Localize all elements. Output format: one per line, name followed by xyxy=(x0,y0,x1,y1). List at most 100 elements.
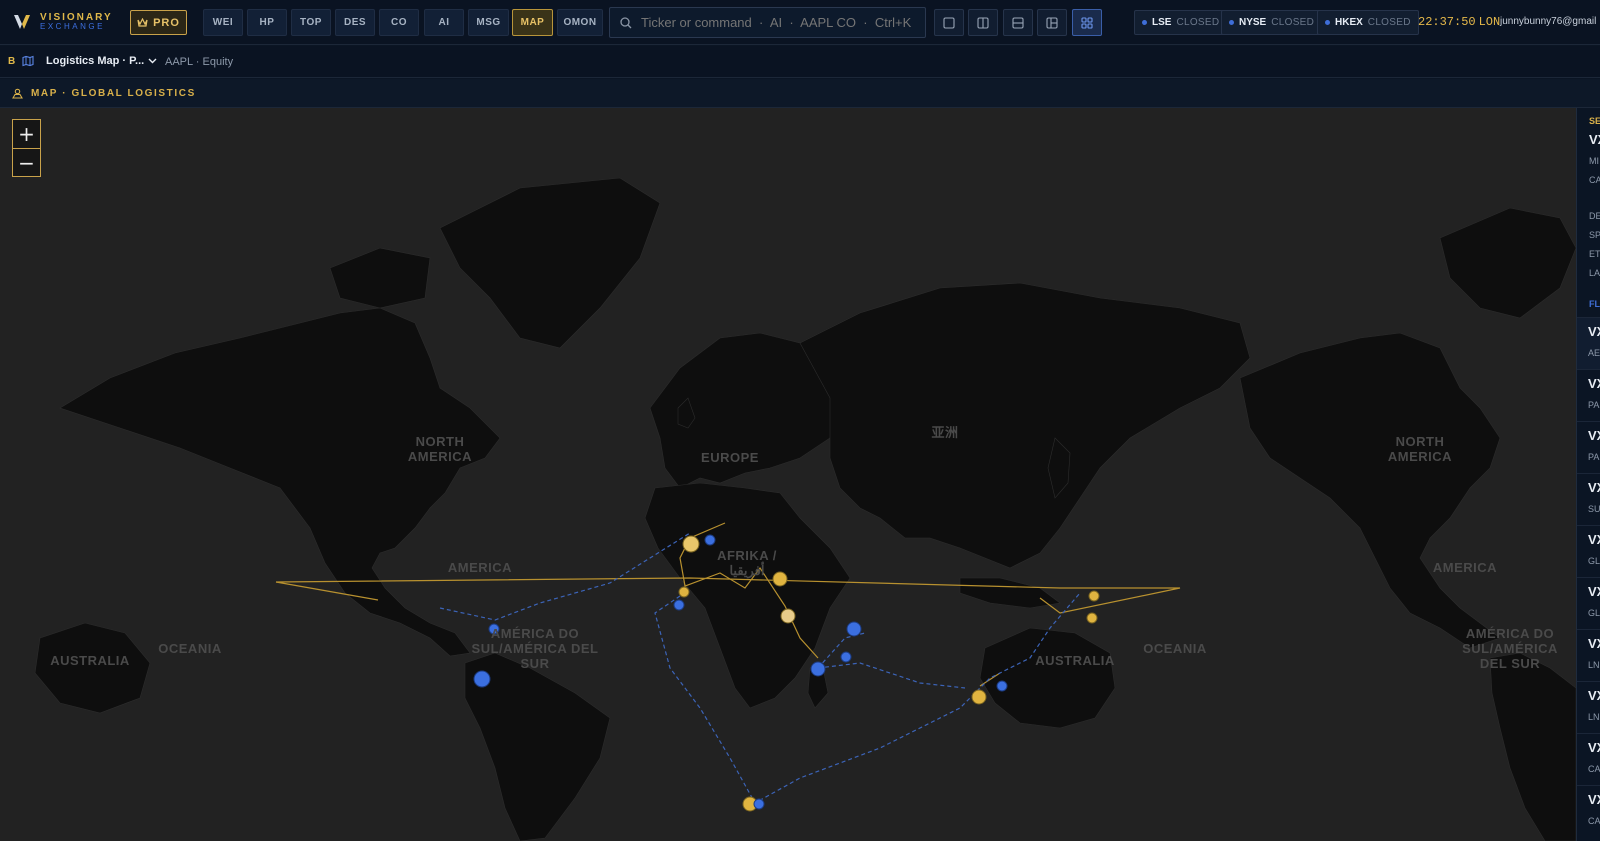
user-email[interactable]: junnybunny76@gmail xyxy=(1500,16,1596,27)
region-label: AMERICA xyxy=(1432,560,1498,575)
vessel-marker[interactable] xyxy=(810,661,826,677)
vessel-marker[interactable] xyxy=(840,651,852,663)
world-map-canvas[interactable] xyxy=(0,108,1576,841)
region-label: OCEANIA xyxy=(158,641,222,656)
list-item[interactable]: VX SU xyxy=(1577,473,1600,525)
brand-logo[interactable]: VISIONARY EXCHANGE xyxy=(12,12,113,32)
vessel-marker[interactable] xyxy=(673,599,685,611)
layout-grid-button[interactable] xyxy=(1072,9,1102,36)
status-dot xyxy=(1229,20,1234,25)
split-horizontal-icon xyxy=(1012,16,1024,29)
fn-button-omon[interactable]: OMON xyxy=(557,9,603,36)
side-section-header: SE xyxy=(1589,116,1600,126)
pro-label: PRO xyxy=(153,16,180,29)
market-status-nyse[interactable]: NYSE CLOSED xyxy=(1221,10,1323,35)
vessel-marker[interactable] xyxy=(996,680,1008,692)
port-marker[interactable] xyxy=(971,689,987,705)
map-icon xyxy=(22,55,34,67)
list-item-route: PA xyxy=(1588,452,1600,462)
market-state: CLOSED xyxy=(1367,17,1411,28)
search-input[interactable] xyxy=(641,15,921,30)
region-label: AMÉRICA DO SUL/AMÉRICA DEL SUR xyxy=(471,626,599,671)
fn-button-map[interactable]: MAP xyxy=(512,9,553,36)
port-marker[interactable] xyxy=(780,608,796,624)
split-vertical-icon xyxy=(977,16,989,29)
market-code: HKEX xyxy=(1335,17,1363,28)
fn-label: DES xyxy=(343,17,367,28)
zoom-out-button[interactable]: − xyxy=(13,148,40,176)
vessel-marker[interactable] xyxy=(846,621,862,637)
single-pane-icon xyxy=(943,16,955,29)
fn-button-ai[interactable]: AI xyxy=(424,9,464,36)
port-marker[interactable] xyxy=(1088,590,1100,602)
list-item-code: VX xyxy=(1588,376,1600,391)
region-label: AUSTRALIA xyxy=(1035,653,1115,668)
list-item[interactable]: VX CA xyxy=(1577,733,1600,785)
region-label: AUSTRALIA xyxy=(50,653,130,668)
fn-button-msg[interactable]: MSG xyxy=(468,9,509,36)
window-badge: B xyxy=(8,56,16,67)
list-item-route: GL xyxy=(1588,556,1600,566)
list-item-code: VX xyxy=(1588,428,1600,443)
list-item-route: CA xyxy=(1588,816,1600,826)
list-item-route: AE xyxy=(1588,348,1600,358)
side-selected-item[interactable]: VX xyxy=(1589,132,1600,147)
port-marker[interactable] xyxy=(1086,612,1098,624)
logistics-map[interactable]: NORTH AMERICA EUROPE 亚洲 AFRIKA / أفريقيا… xyxy=(0,108,1576,841)
side-meta: MI xyxy=(1589,156,1599,166)
location-pin-icon xyxy=(12,88,23,99)
list-item[interactable]: VX LN xyxy=(1577,681,1600,733)
command-search[interactable] xyxy=(609,7,926,38)
list-item[interactable]: VX GL xyxy=(1577,577,1600,629)
list-item-code: VX xyxy=(1588,584,1600,599)
fn-button-top[interactable]: TOP xyxy=(291,9,331,36)
security-label: AAPL · Equity xyxy=(165,56,234,68)
window-bar: B Logistics Map · P... AAPL · Equity xyxy=(0,46,1600,78)
list-item-code: VX xyxy=(1588,532,1600,547)
region-label: OCEANIA xyxy=(1143,641,1207,656)
vessel-marker[interactable] xyxy=(473,670,491,688)
panel-title: MAP · GLOBAL LOGISTICS xyxy=(31,88,196,99)
list-item-route: LN xyxy=(1588,712,1600,722)
fn-button-wei[interactable]: WEI xyxy=(203,9,243,36)
list-item-code: VX xyxy=(1588,740,1600,755)
status-dot xyxy=(1325,20,1330,25)
fn-button-des[interactable]: DES xyxy=(335,9,375,36)
side-field: ET xyxy=(1589,249,1600,259)
fn-label: OMON xyxy=(563,17,597,28)
market-status-lse[interactable]: LSE CLOSED xyxy=(1134,10,1228,35)
layout-split-horizontal-button[interactable] xyxy=(1003,9,1033,36)
brand-name: VISIONARY xyxy=(40,12,113,23)
region-label: AFRIKA / أفريقيا xyxy=(717,548,777,578)
vessel-marker[interactable] xyxy=(753,798,765,810)
market-status-hkex[interactable]: HKEX CLOSED xyxy=(1317,10,1419,35)
list-item[interactable]: VX GL xyxy=(1577,525,1600,577)
list-item[interactable]: VX PA xyxy=(1577,369,1600,421)
chevron-down-icon xyxy=(148,58,157,64)
pro-badge[interactable]: PRO xyxy=(130,10,187,35)
list-item[interactable]: VX AE xyxy=(1577,317,1600,369)
fn-button-co[interactable]: CO xyxy=(379,9,419,36)
fn-label: MAP xyxy=(520,17,545,28)
zoom-in-button[interactable]: + xyxy=(13,120,40,148)
fn-label: WEI xyxy=(212,17,234,28)
list-item[interactable]: VX PA xyxy=(1577,421,1600,473)
fn-label: HP xyxy=(259,17,275,28)
window-title-dropdown[interactable]: Logistics Map · P... xyxy=(46,55,157,67)
layout-split-vertical-button[interactable] xyxy=(968,9,998,36)
list-item[interactable]: VX LN xyxy=(1577,629,1600,681)
side-flights-header: FL xyxy=(1589,299,1600,309)
list-item-route: GL xyxy=(1588,608,1600,618)
vessel-marker[interactable] xyxy=(704,534,716,546)
list-item-code: VX xyxy=(1588,688,1600,703)
list-item[interactable]: VX CA xyxy=(1577,785,1600,837)
market-state: CLOSED xyxy=(1176,17,1220,28)
layout-sidebar-button[interactable] xyxy=(1037,9,1067,36)
panel-header: MAP · GLOBAL LOGISTICS xyxy=(0,79,1600,108)
fn-button-hp[interactable]: HP xyxy=(247,9,287,36)
port-marker[interactable] xyxy=(678,586,690,598)
market-state: CLOSED xyxy=(1271,17,1315,28)
layout-single-button[interactable] xyxy=(934,9,964,36)
list-item-code: VX xyxy=(1588,324,1600,339)
port-marker[interactable] xyxy=(682,535,700,553)
